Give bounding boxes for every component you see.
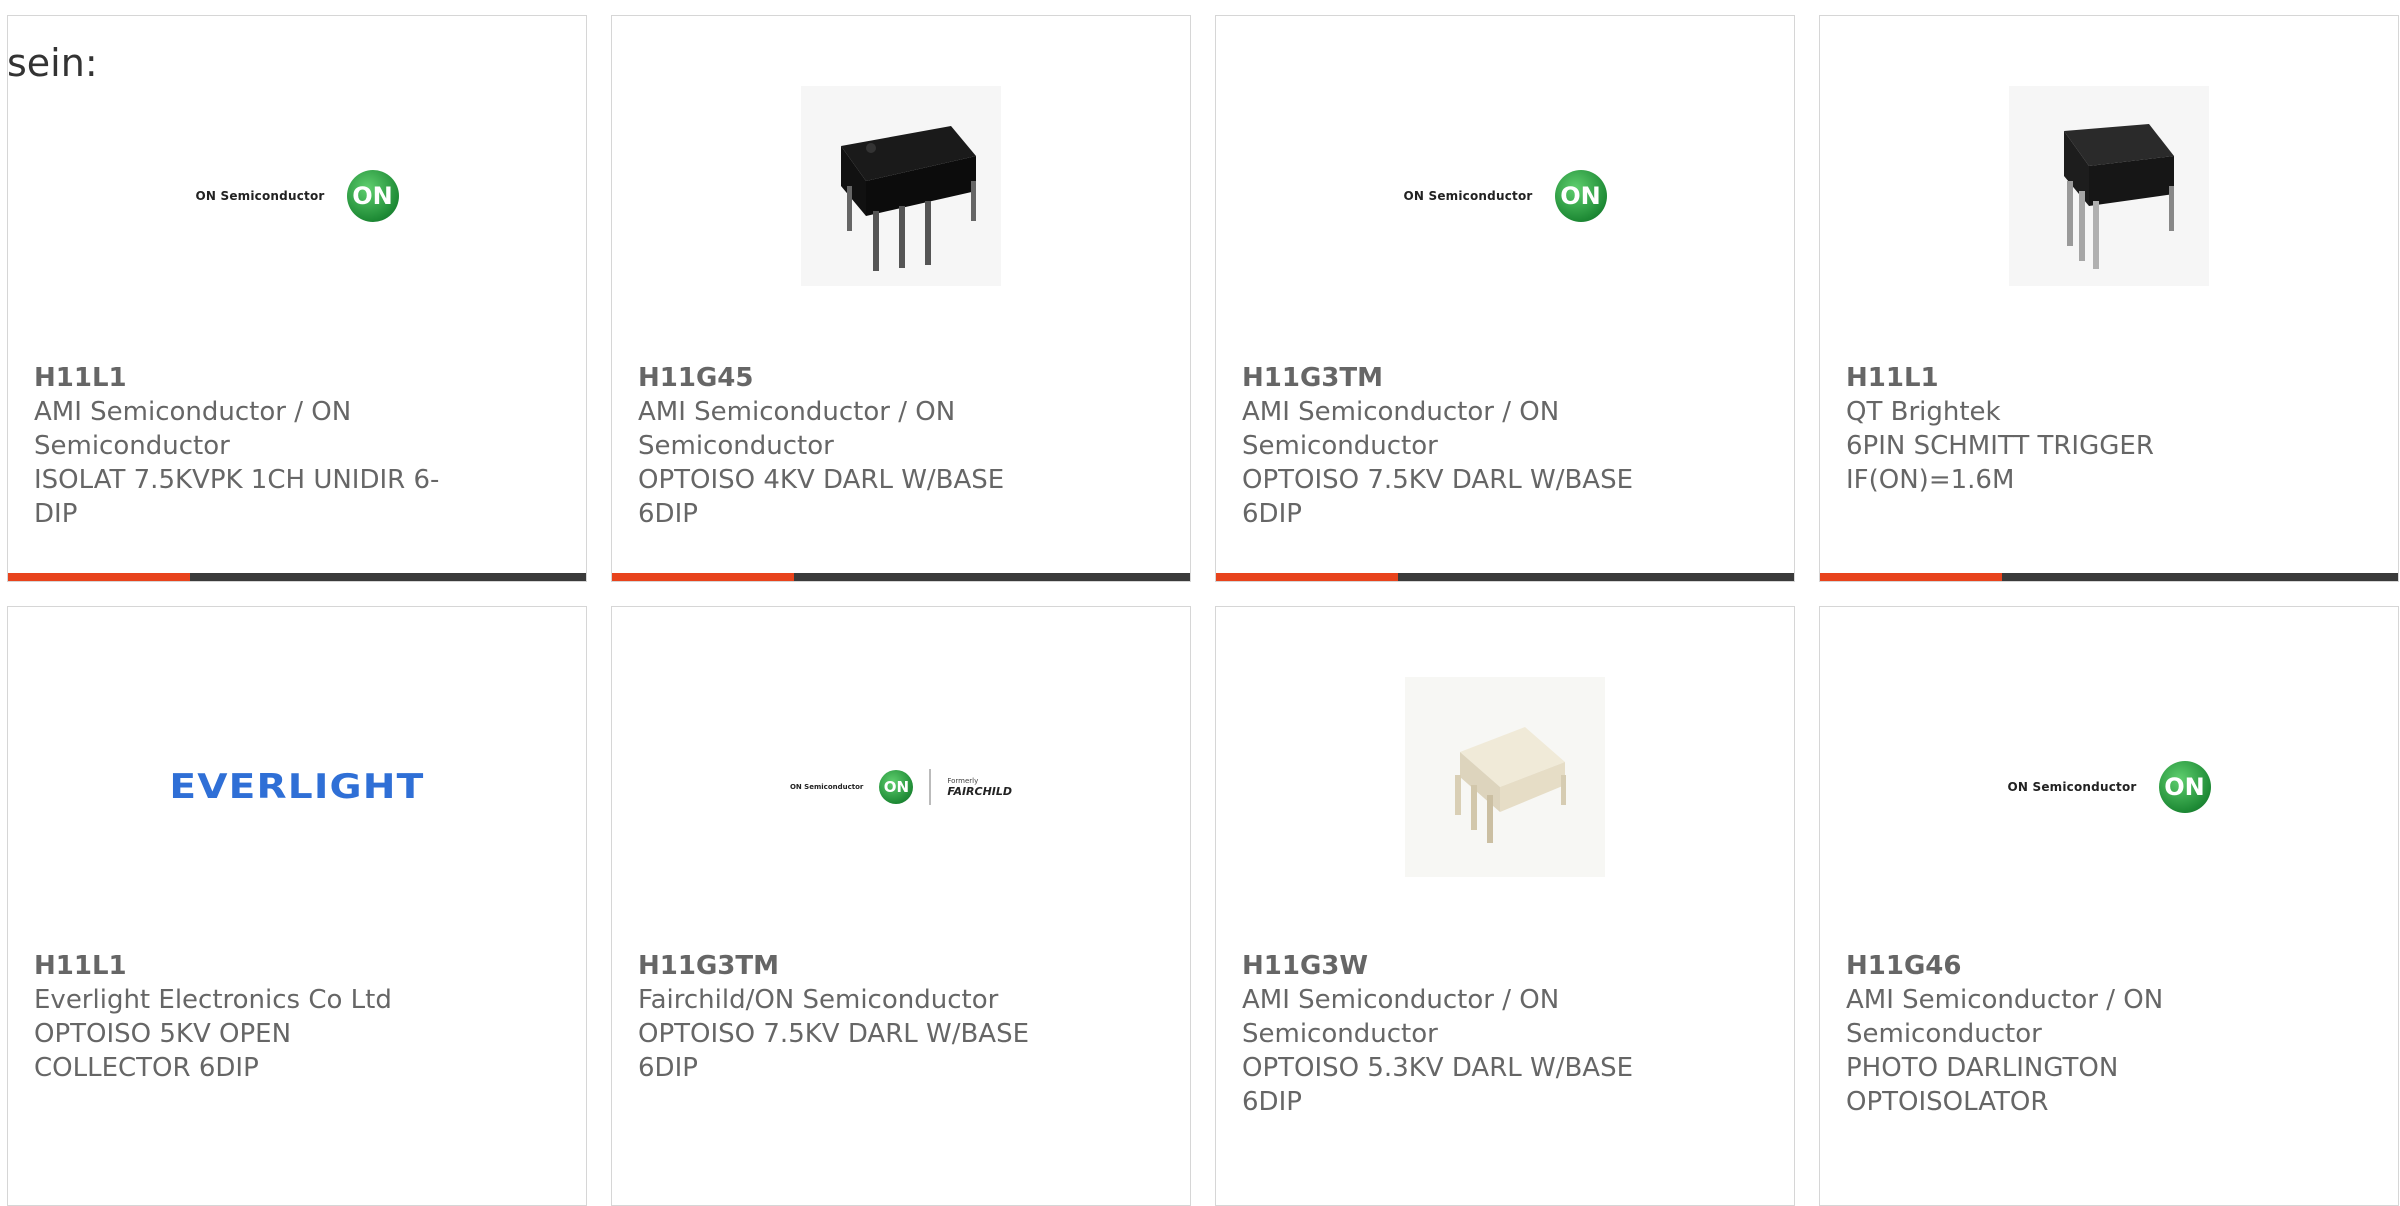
- manufacturer: AMI Semiconductor / ON Semiconductor: [638, 397, 956, 461]
- manufacturer: Everlight Electronics Co Ltd: [34, 985, 392, 1015]
- manufacturer: QT Brightek: [1846, 397, 2001, 427]
- product-card[interactable]: H11G3W AMI Semiconductor / ON Semiconduc…: [1215, 606, 1795, 1206]
- black-6dip-chip-small-image: [2009, 86, 2209, 286]
- description: OPTOISO 5.3KV DARL W/BASE 6DIP: [1242, 1053, 1634, 1117]
- description: PHOTO DARLINGTON OPTOISOLATOR: [1846, 1053, 2119, 1117]
- on-semiconductor-logo: ON Semiconductor ON: [2007, 761, 2211, 813]
- product-info: H11G46 AMI Semiconductor / ON Semiconduc…: [1846, 949, 2266, 1119]
- product-card[interactable]: ON Semiconductor ON Formerly FAIRCHILD H…: [611, 606, 1191, 1206]
- product-image[interactable]: EVERLIGHT: [8, 687, 586, 887]
- product-image[interactable]: [1820, 86, 2398, 286]
- part-number-link[interactable]: H11G45: [638, 361, 1058, 395]
- card-accent: [8, 573, 190, 581]
- part-number-link[interactable]: H11G46: [1846, 949, 2266, 983]
- description: ISOLAT 7.5KVPK 1CH UNIDIR 6-DIP: [34, 465, 440, 529]
- card-bottom-bar: [612, 573, 1190, 581]
- manufacturer: Fairchild/ON Semiconductor: [638, 985, 999, 1015]
- card-bottom-bar: [8, 573, 586, 581]
- product-image[interactable]: ON Semiconductor ON: [1820, 687, 2398, 887]
- product-image[interactable]: [1216, 677, 1794, 877]
- product-card[interactable]: EVERLIGHT H11L1 Everlight Electronics Co…: [7, 606, 587, 1206]
- part-number-link[interactable]: H11G3TM: [638, 949, 1058, 983]
- part-number-link[interactable]: H11L1: [34, 949, 454, 983]
- product-card[interactable]: ON Semiconductor ON H11L1 AMI Semiconduc…: [7, 15, 587, 582]
- product-card[interactable]: H11G45 AMI Semiconductor / ON Semiconduc…: [611, 15, 1191, 582]
- part-number-link[interactable]: H11L1: [34, 361, 454, 395]
- product-info: H11G3TM AMI Semiconductor / ON Semicondu…: [1242, 361, 1662, 531]
- part-number-link[interactable]: H11G3TM: [1242, 361, 1662, 395]
- description: OPTOISO 7.5KV DARL W/BASE 6DIP: [638, 1019, 1030, 1083]
- description: OPTOISO 7.5KV DARL W/BASE 6DIP: [1242, 465, 1634, 529]
- card-accent: [1216, 573, 1398, 581]
- description: 6PIN SCHMITT TRIGGER IF(ON)=1.6M: [1846, 431, 2154, 495]
- card-accent: [1820, 573, 2002, 581]
- product-info: H11G3TM Fairchild/ON Semiconductor OPTOI…: [638, 949, 1058, 1085]
- description: OPTOISO 5KV OPEN COLLECTOR 6DIP: [34, 1019, 292, 1083]
- product-card[interactable]: ON Semiconductor ON H11G46 AMI Semicondu…: [1819, 606, 2399, 1206]
- manufacturer: AMI Semiconductor / ON Semiconductor: [1242, 397, 1560, 461]
- product-card[interactable]: H11L1 QT Brightek 6PIN SCHMITT TRIGGER I…: [1819, 15, 2399, 582]
- product-info: H11L1 Everlight Electronics Co Ltd OPTOI…: [34, 949, 454, 1085]
- lead-text: sein:: [7, 41, 98, 85]
- manufacturer: AMI Semiconductor / ON Semiconductor: [34, 397, 352, 461]
- card-accent: [612, 573, 794, 581]
- product-image[interactable]: ON Semiconductor ON Formerly FAIRCHILD: [612, 687, 1190, 887]
- card-bottom-bar: [1820, 573, 2398, 581]
- product-image[interactable]: ON Semiconductor ON: [8, 96, 586, 296]
- everlight-logo: EVERLIGHT: [169, 767, 425, 807]
- black-6dip-chip-image: [801, 86, 1001, 286]
- product-grid: ON Semiconductor ON H11L1 AMI Semiconduc…: [7, 15, 2399, 1206]
- manufacturer: AMI Semiconductor / ON Semiconductor: [1846, 985, 2164, 1049]
- part-number-link[interactable]: H11L1: [1846, 361, 2266, 395]
- product-image[interactable]: ON Semiconductor ON: [1216, 96, 1794, 296]
- product-image[interactable]: [612, 86, 1190, 286]
- product-info: H11G3W AMI Semiconductor / ON Semiconduc…: [1242, 949, 1662, 1119]
- description: OPTOISO 4KV DARL W/BASE 6DIP: [638, 465, 1005, 529]
- product-info: H11L1 QT Brightek 6PIN SCHMITT TRIGGER I…: [1846, 361, 2266, 497]
- on-semiconductor-logo: ON Semiconductor ON: [1403, 170, 1607, 222]
- white-6dip-chip-image: [1405, 677, 1605, 877]
- manufacturer: AMI Semiconductor / ON Semiconductor: [1242, 985, 1560, 1049]
- product-info: H11G45 AMI Semiconductor / ON Semiconduc…: [638, 361, 1058, 531]
- on-semiconductor-logo: ON Semiconductor ON: [195, 170, 399, 222]
- card-bottom-bar: [1216, 573, 1794, 581]
- on-fairchild-logo: ON Semiconductor ON Formerly FAIRCHILD: [790, 769, 1012, 805]
- part-number-link[interactable]: H11G3W: [1242, 949, 1662, 983]
- product-info: H11L1 AMI Semiconductor / ON Semiconduct…: [34, 361, 454, 531]
- product-card[interactable]: ON Semiconductor ON H11G3TM AMI Semicond…: [1215, 15, 1795, 582]
